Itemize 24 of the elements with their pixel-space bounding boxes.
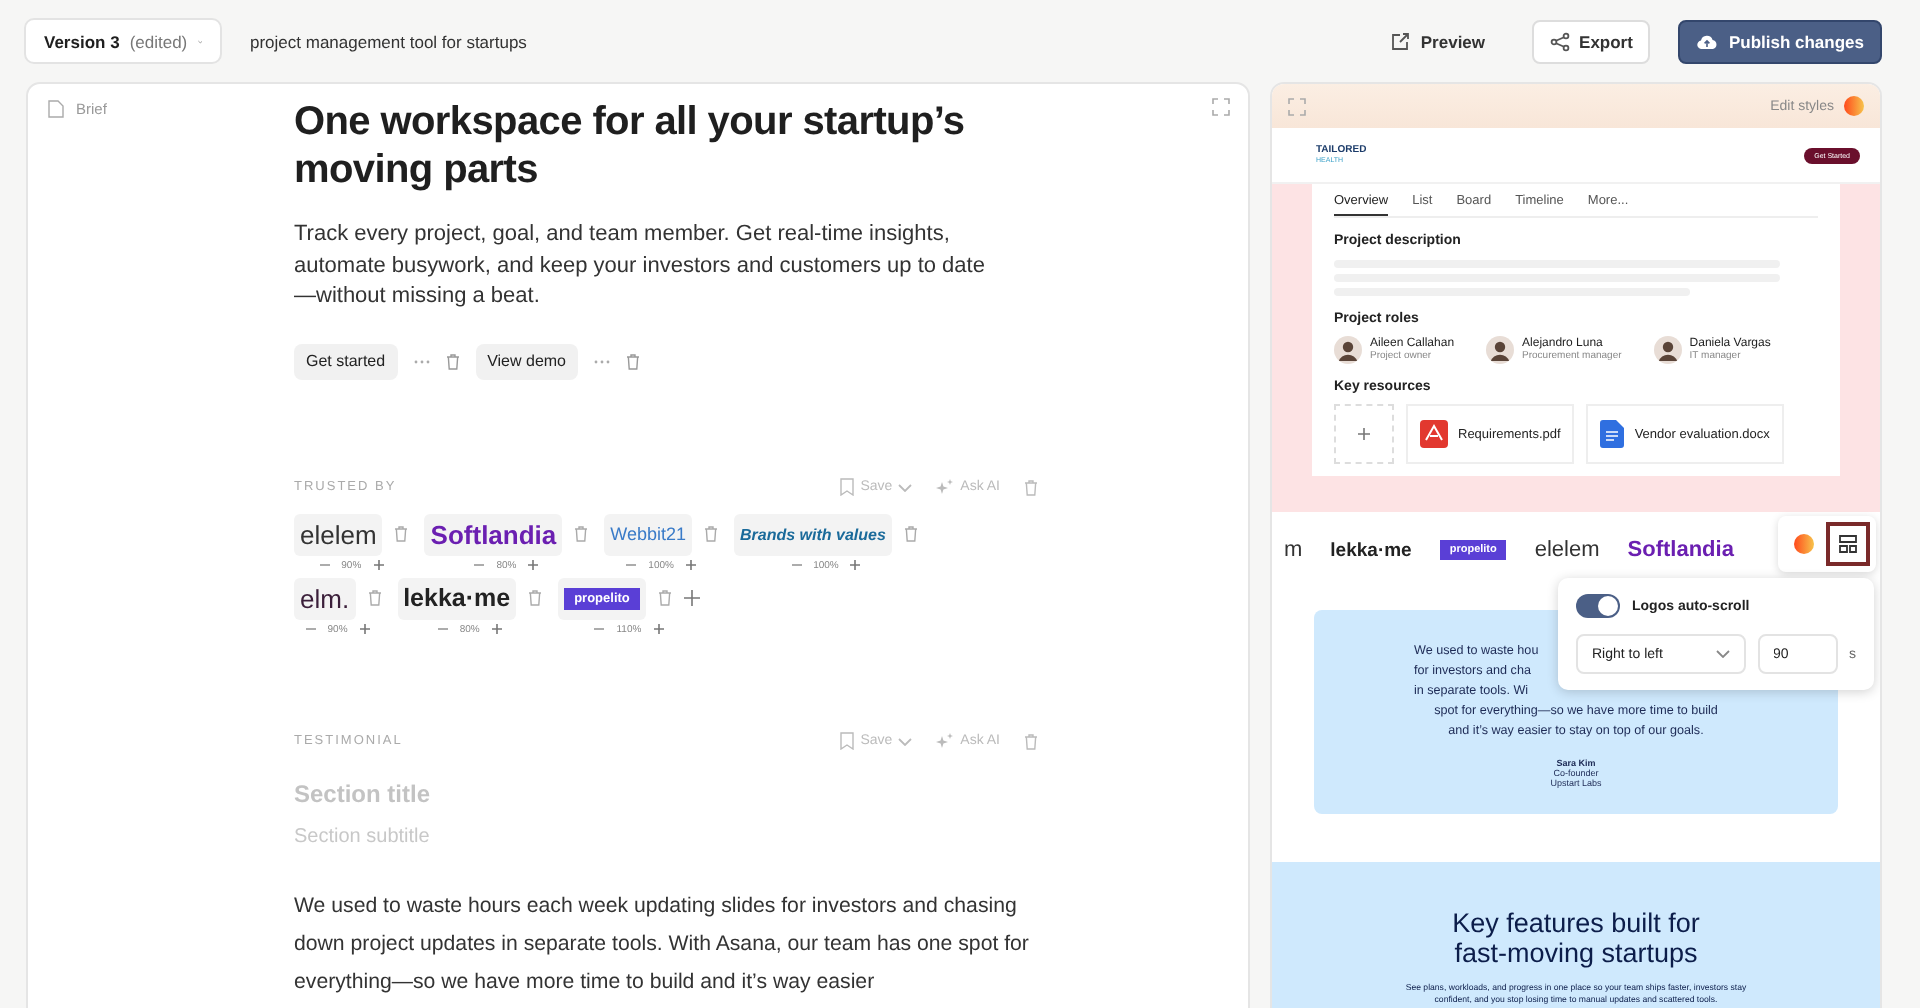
cta-button[interactable]: Get started <box>294 343 398 379</box>
logo: Webbit21 <box>604 513 692 555</box>
prompt-text: project management tool for startups <box>250 31 529 51</box>
section-title-field[interactable]: Section title <box>294 779 694 807</box>
logo: Brands with values <box>734 513 892 555</box>
hero-description: Track every project, goal, and team member. Get real-time insights, automate busywork, and keep your investors and customers up to date—without missing a beat. <box>294 220 987 312</box>
cta-button[interactable]: View demo <box>475 343 579 379</box>
hero-title: One workspace for all your startup’s moving parts <box>294 98 967 194</box>
version-label: Version 3 <box>44 31 120 51</box>
logo: Softlandia <box>1627 536 1734 566</box>
preview-button[interactable]: Preview <box>1372 19 1504 63</box>
testimonial-quote: We used to waste hours each week updating slides for investors and chasing down project updates in separate tools. With Asana, our team has one spot for everything—so we have more time to build and it’s way easier <box>294 891 1030 997</box>
logo: elm. <box>294 577 356 619</box>
publish-button[interactable]: Publish changes <box>1678 19 1882 63</box>
edited-label: (edited) <box>129 31 188 51</box>
logo: elelem <box>294 513 383 555</box>
features-title: Key features built for fast-moving startups <box>1450 908 1702 968</box>
logo: m <box>1284 536 1303 566</box>
logo: lekka·me <box>1330 537 1412 565</box>
logo: Softlandia <box>424 513 563 555</box>
export-button[interactable]: Export <box>1531 19 1651 63</box>
version-dropdown[interactable]: Version 3 (edited) <box>24 18 222 64</box>
logo: elelem <box>1534 536 1600 566</box>
logo: lekka·me <box>397 577 517 619</box>
